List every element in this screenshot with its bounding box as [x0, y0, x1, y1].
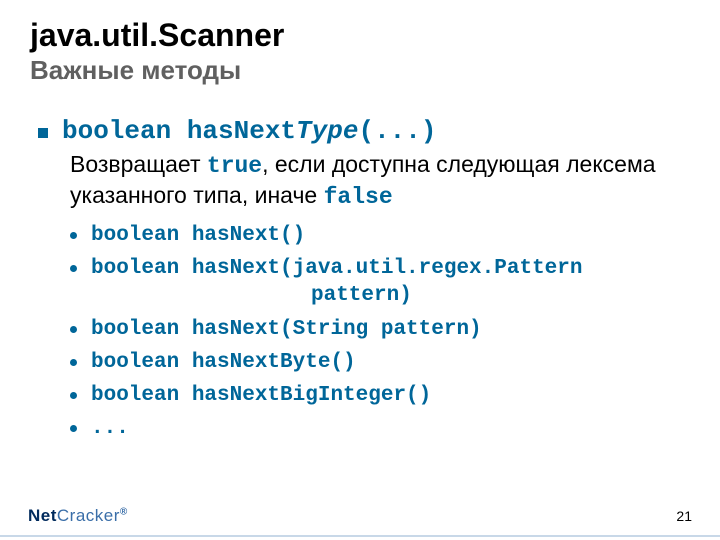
list-item: boolean hasNext()	[70, 222, 690, 249]
slide-footer: NetCracker® 21	[0, 498, 720, 540]
desc-true: true	[207, 153, 262, 179]
desc-false: false	[324, 184, 393, 210]
list-item: boolean hasNext(String pattern)	[70, 316, 690, 343]
slide-title: java.util.Scanner	[30, 18, 690, 53]
netcracker-logo: NetCracker®	[28, 506, 128, 526]
list-item: ...	[70, 415, 690, 442]
dot-bullet-icon	[70, 425, 77, 432]
variant-continuation: pattern)	[91, 282, 582, 309]
variant-line: boolean hasNext(java.util.regex.Pattern	[91, 257, 582, 280]
main-bullet: boolean hasNextType(...)	[38, 116, 690, 146]
dot-bullet-icon	[70, 359, 77, 366]
sig-type-param: Type	[296, 116, 358, 146]
logo-registered: ®	[120, 506, 128, 517]
dot-bullet-icon	[70, 392, 77, 399]
logo-cracker: Cracker	[57, 506, 120, 525]
dot-bullet-icon	[70, 265, 77, 272]
desc-text-1: Возвращает	[70, 151, 207, 177]
variant-code: boolean hasNextByte()	[91, 349, 356, 376]
logo-net: Net	[28, 506, 57, 525]
page-number: 21	[676, 508, 692, 524]
variant-code: boolean hasNext(String pattern)	[91, 316, 482, 343]
variant-ellipsis: ...	[91, 415, 129, 442]
method-description: Возвращает true, если доступна следующая…	[70, 150, 690, 212]
dot-bullet-icon	[70, 326, 77, 333]
slide-content: boolean hasNextType(...) Возвращает true…	[30, 116, 690, 443]
variant-code: boolean hasNext(java.util.regex.Pattern …	[91, 255, 582, 310]
square-bullet-icon	[38, 128, 48, 138]
dot-bullet-icon	[70, 232, 77, 239]
list-item: boolean hasNextByte()	[70, 349, 690, 376]
list-item: boolean hasNext(java.util.regex.Pattern …	[70, 255, 690, 310]
sig-prefix: boolean hasNext	[62, 116, 296, 146]
footer-divider	[0, 535, 720, 537]
method-variants-list: boolean hasNext() boolean hasNext(java.u…	[70, 222, 690, 443]
method-signature: boolean hasNextType(...)	[62, 116, 436, 146]
sig-suffix: (...)	[358, 116, 436, 146]
slide-subtitle: Важные методы	[30, 55, 690, 86]
variant-code: boolean hasNextBigInteger()	[91, 382, 431, 409]
list-item: boolean hasNextBigInteger()	[70, 382, 690, 409]
variant-code: boolean hasNext()	[91, 222, 305, 249]
